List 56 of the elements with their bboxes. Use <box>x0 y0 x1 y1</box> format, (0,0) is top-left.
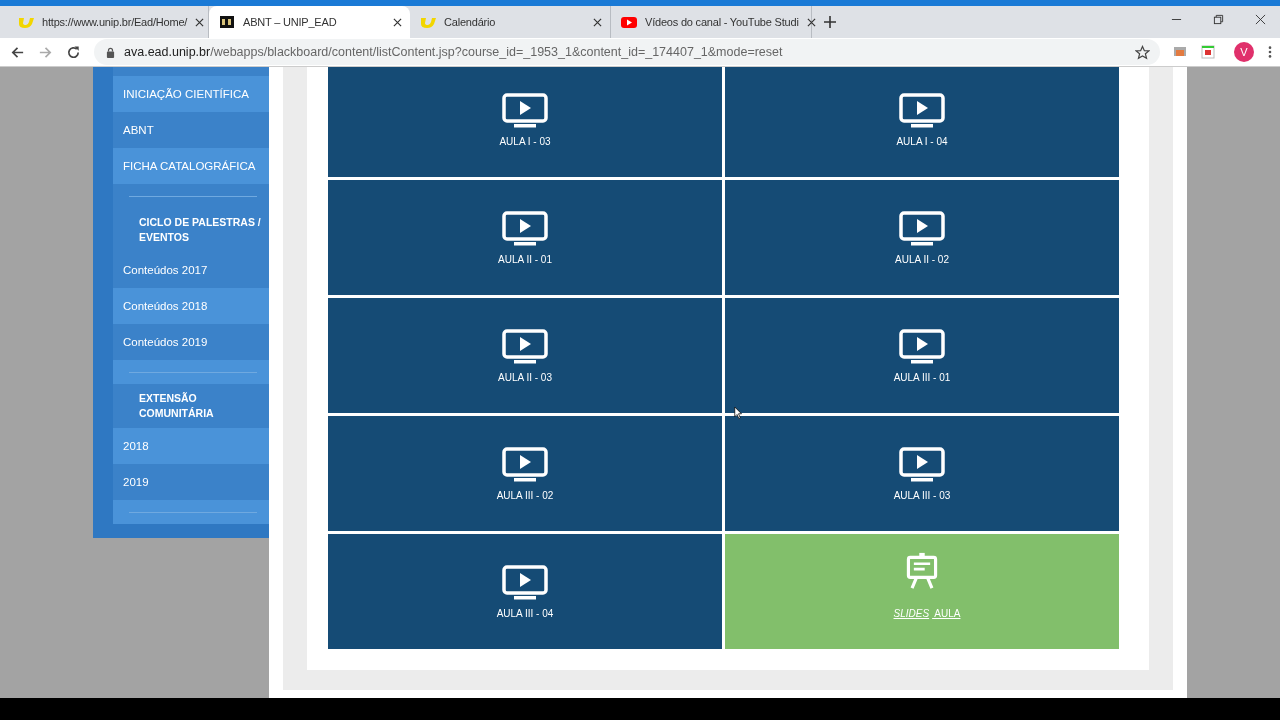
bookmark-star-icon[interactable] <box>1135 44 1150 60</box>
tile-label: AULA I - 04 <box>896 136 948 147</box>
video-tile[interactable]: AULA II - 02 <box>725 180 1119 295</box>
video-tile[interactable]: AULA III - 01 <box>725 298 1119 413</box>
video-tile[interactable]: AULA II - 01 <box>328 180 722 295</box>
tab-title: https://www.unip.br/Ead/Home/ <box>42 16 188 28</box>
sidebar-item[interactable]: Conteúdos 2019 <box>113 324 269 360</box>
close-icon[interactable] <box>806 17 816 27</box>
mouse-cursor-icon <box>734 406 743 420</box>
tab-title: Vídeos do canal - YouTube Studi <box>645 16 799 28</box>
video-tile[interactable]: AULA III - 03 <box>725 416 1119 531</box>
video-play-icon <box>899 210 945 248</box>
address-bar[interactable]: ava.ead.unip.br/webapps/blackboard/content/listContent.jsp?course_id=_1953_1&content_id=_174407_1&mode=reset <box>94 39 1160 65</box>
video-play-icon <box>899 446 945 484</box>
close-icon[interactable] <box>1255 14 1266 25</box>
close-icon[interactable] <box>593 17 602 27</box>
close-icon[interactable] <box>195 17 205 27</box>
lock-icon <box>106 46 115 58</box>
video-play-icon <box>502 210 548 248</box>
tile-label: AULA II - 03 <box>498 372 552 383</box>
tab-title: Calendário <box>444 16 497 28</box>
youtube-icon <box>621 14 637 30</box>
video-play-icon <box>502 328 548 366</box>
sidebar-item[interactable]: 2019 <box>113 464 269 500</box>
video-tile[interactable]: AULA III - 02 <box>328 416 722 531</box>
sidebar-item[interactable]: ABNT <box>113 112 269 148</box>
profile-avatar[interactable]: V <box>1234 42 1254 62</box>
video-tile[interactable]: AULA I - 03 <box>328 67 722 177</box>
browser-tab[interactable]: ABNT – UNIP_EAD <box>209 6 410 38</box>
video-tile[interactable]: AULA I - 04 <box>725 67 1119 177</box>
menu-icon[interactable] <box>1268 45 1272 59</box>
tile-label: AULA III - 04 <box>496 608 554 619</box>
video-play-icon <box>502 564 548 602</box>
reload-icon[interactable] <box>66 44 81 60</box>
logo-icon <box>219 14 235 30</box>
sidebar-heading: CICLO DE PALESTRAS / EVENTOS <box>113 208 269 252</box>
video-play-icon <box>502 92 548 130</box>
tile-label: AULA III - 01 <box>893 372 951 383</box>
sidebar-heading: EXTENSÃO COMUNITÁRIA <box>113 384 269 428</box>
new-tab-icon[interactable] <box>824 16 836 28</box>
video-play-icon <box>899 328 945 366</box>
tab-title: ABNT – UNIP_EAD <box>243 16 338 28</box>
tile-label: AULA III - 03 <box>893 490 951 501</box>
video-play-icon <box>502 446 548 484</box>
extension-icon[interactable] <box>1200 44 1216 60</box>
video-tile[interactable]: AULA III - 04 <box>328 534 722 649</box>
tile-label: AULA II - 01 <box>498 254 552 265</box>
video-play-icon <box>899 92 945 130</box>
video-tile[interactable]: AULA II - 03 <box>328 298 722 413</box>
url-text: ava.ead.unip.br/webapps/blackboard/content/listContent.jsp?course_id=_1953_1&content_id=_174407_1&mode=reset <box>124 45 783 59</box>
tile-label: AULA I - 03 <box>499 136 551 147</box>
close-icon[interactable] <box>393 17 402 27</box>
tile-label: AULA II - 02 <box>895 254 949 265</box>
tile-label: AULA III - 02 <box>496 490 554 501</box>
sidebar-item[interactable]: Conteúdos 2017 <box>113 252 269 288</box>
restore-icon[interactable] <box>1213 14 1224 25</box>
